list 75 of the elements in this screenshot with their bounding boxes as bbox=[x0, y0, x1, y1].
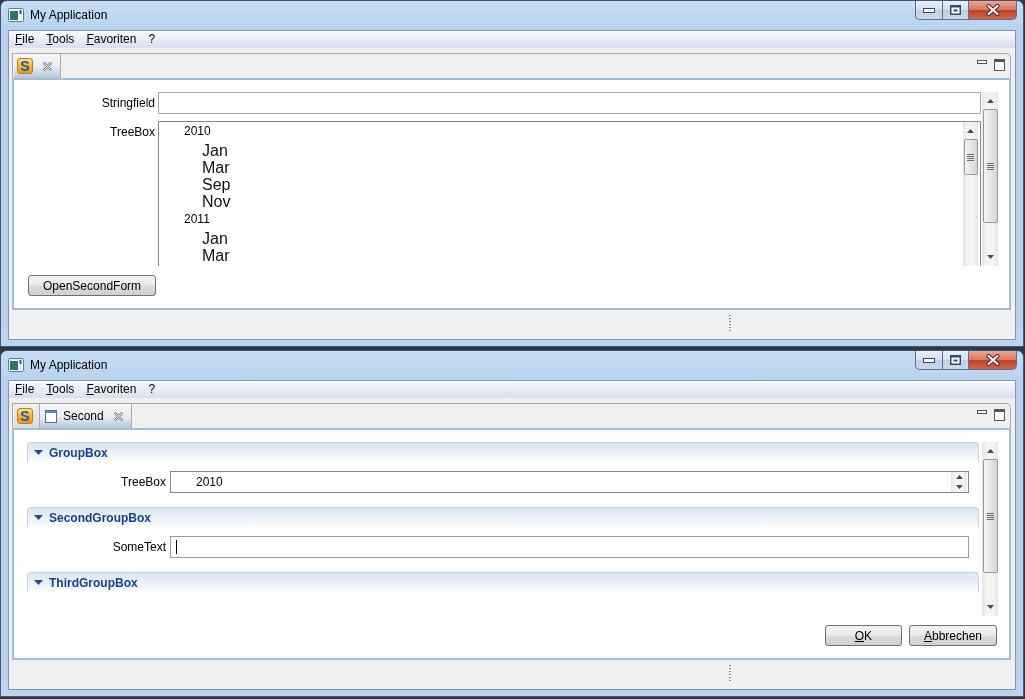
minimize-button[interactable] bbox=[915, 1, 943, 20]
tree-item[interactable]: Nov bbox=[202, 193, 963, 210]
close-button[interactable] bbox=[968, 1, 1017, 20]
group-header[interactable]: SecondGroupBox bbox=[27, 507, 979, 527]
menu-item[interactable]: Favoriten bbox=[80, 31, 143, 48]
dialog-button[interactable]: OK bbox=[824, 625, 902, 646]
grip-lines-icon bbox=[967, 153, 974, 161]
close-icon bbox=[985, 354, 1000, 366]
dialog-button[interactable]: Abbrechen bbox=[908, 625, 997, 646]
tree-item[interactable]: Jan bbox=[202, 230, 963, 247]
close-icon[interactable] bbox=[113, 411, 123, 421]
group-header[interactable]: GroupBox bbox=[27, 442, 979, 462]
minimize-icon bbox=[923, 357, 935, 363]
field-label: Stringfield bbox=[100, 95, 155, 112]
window-icon bbox=[8, 8, 24, 22]
app-logo: S bbox=[17, 408, 33, 424]
vertical-scrollbar[interactable] bbox=[982, 442, 998, 616]
up-arrow-icon[interactable] bbox=[986, 449, 994, 453]
scrollbar-thumb[interactable] bbox=[982, 459, 998, 573]
action-button[interactable]: OpenSecondForm bbox=[28, 275, 157, 296]
tree-item[interactable]: Jan bbox=[202, 142, 963, 159]
maximize-icon bbox=[950, 5, 961, 15]
maximize-icon bbox=[950, 355, 961, 365]
tab[interactable]: Second bbox=[40, 404, 132, 428]
tab[interactable]: S bbox=[14, 54, 61, 78]
tree-item[interactable]: Sep bbox=[202, 176, 963, 193]
down-arrow-icon[interactable] bbox=[955, 485, 963, 489]
up-arrow-icon[interactable] bbox=[967, 129, 974, 133]
tree-item[interactable]: 2011 bbox=[184, 211, 963, 227]
close-icon[interactable] bbox=[43, 61, 52, 71]
minimize-icon[interactable] bbox=[977, 410, 987, 414]
menu-item[interactable]: ? bbox=[142, 381, 162, 398]
vertical-scrollbar[interactable] bbox=[951, 472, 967, 492]
vertical-scrollbar[interactable] bbox=[982, 92, 998, 266]
down-arrow-icon[interactable] bbox=[986, 255, 994, 259]
up-arrow-icon[interactable] bbox=[986, 99, 994, 103]
maximize-icon[interactable] bbox=[994, 59, 1005, 71]
field-label: TreeBox bbox=[120, 474, 166, 491]
text-field[interactable] bbox=[158, 92, 981, 114]
menu-item[interactable]: File bbox=[9, 381, 41, 398]
scrollbar-thumb[interactable] bbox=[963, 139, 978, 175]
minimize-icon[interactable] bbox=[977, 60, 987, 64]
vertical-scrollbar[interactable] bbox=[963, 122, 978, 266]
tree-item[interactable]: Mar bbox=[202, 247, 963, 264]
down-arrow-icon[interactable] bbox=[986, 605, 994, 609]
menu-item[interactable]: Favoriten bbox=[80, 381, 143, 398]
up-arrow-icon[interactable] bbox=[955, 475, 963, 479]
close-button[interactable] bbox=[968, 351, 1017, 370]
scrollbar-thumb[interactable] bbox=[982, 109, 998, 223]
maximize-button[interactable] bbox=[942, 351, 969, 370]
tree-item[interactable]: 2010 bbox=[196, 472, 951, 492]
text-cursor-icon bbox=[176, 540, 177, 554]
menu-item[interactable]: Tools bbox=[40, 381, 81, 398]
menu-item[interactable]: File bbox=[9, 31, 41, 48]
form-icon bbox=[45, 409, 57, 423]
window-title: My Application bbox=[30, 358, 108, 372]
tree-item[interactable]: Mar bbox=[202, 159, 963, 176]
group-header[interactable]: ThirdGroupBox bbox=[27, 572, 979, 592]
text-field[interactable] bbox=[170, 536, 969, 558]
window-icon bbox=[8, 358, 24, 372]
menu-item[interactable]: Tools bbox=[40, 31, 81, 48]
grip-lines-icon bbox=[986, 512, 994, 520]
minimize-icon bbox=[923, 7, 935, 13]
field-label: TreeBox bbox=[109, 124, 155, 141]
close-icon bbox=[985, 4, 1000, 16]
grip-lines-icon bbox=[986, 162, 994, 170]
menu-item[interactable]: ? bbox=[142, 31, 162, 48]
maximize-icon[interactable] bbox=[994, 409, 1005, 421]
tab[interactable]: S bbox=[14, 404, 40, 428]
tree-item[interactable]: 2010 bbox=[184, 123, 963, 139]
maximize-button[interactable] bbox=[942, 1, 969, 20]
window-title: My Application bbox=[30, 8, 108, 22]
minimize-button[interactable] bbox=[915, 351, 943, 370]
field-label: SomeText bbox=[111, 539, 166, 556]
app-logo: S bbox=[17, 58, 33, 74]
